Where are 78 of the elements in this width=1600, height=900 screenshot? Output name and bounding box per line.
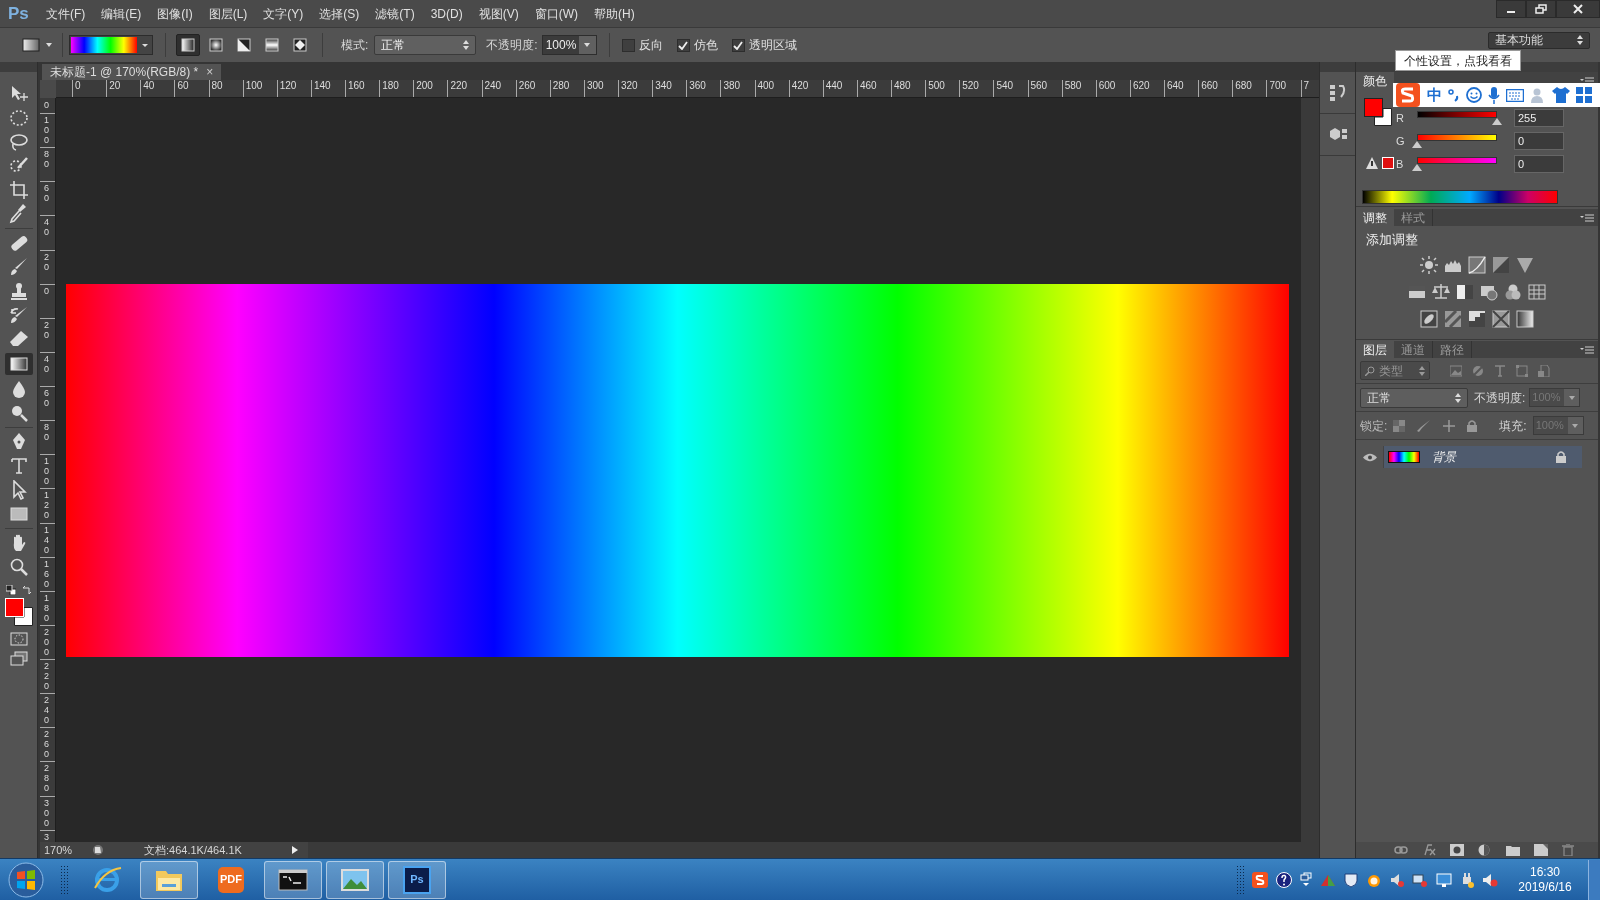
tooltip: 个性设置，点我看看 [1395, 50, 1521, 71]
channel-label: B [1396, 156, 1405, 172]
ruler-label: 700 [1269, 80, 1287, 91]
layer-name: 背景 [1432, 449, 1456, 466]
ruler-label: 60 [44, 388, 50, 408]
ruler-label: 100 [44, 115, 50, 145]
ruler-label: 80 [44, 422, 50, 443]
opacity-label: 不透明度: [1474, 389, 1526, 407]
ruler-label: 260 [44, 729, 50, 760]
ruler-label: 420 [791, 80, 809, 91]
ruler-label: 500 [928, 80, 945, 91]
ruler-label: 380 [723, 80, 741, 91]
ruler-label: 640 [1167, 80, 1184, 91]
app-label: Ps [410, 872, 424, 888]
document-size: 文档:464.1K/464.1K [144, 842, 243, 858]
ruler-label: 680 [1235, 80, 1252, 91]
ruler-label: 300 [586, 80, 604, 91]
ruler-label: 320 [621, 80, 638, 91]
ruler-label: 160 [348, 80, 365, 91]
ruler-label: 600 [1098, 80, 1116, 91]
ruler-label: 140 [44, 524, 50, 555]
ruler-label: 20 [109, 80, 121, 91]
checkbox-label: 反向 [638, 37, 663, 54]
channel-label: G [1396, 133, 1406, 149]
ruler-label: 140 [313, 80, 331, 91]
ruler-label: 0 [75, 80, 81, 91]
ruler-label: 360 [689, 80, 706, 91]
ruler-label: 400 [757, 80, 775, 91]
ruler-label: 200 [44, 626, 50, 657]
app-label: PDF [220, 872, 242, 888]
ruler-label: 440 [825, 80, 843, 91]
ruler-label: 480 [894, 80, 911, 91]
ruler-label: 20 [44, 251, 50, 272]
panel-heading: 添加调整 [1366, 231, 1419, 249]
ruler-label: 520 [962, 80, 979, 91]
ruler-label: 280 [44, 763, 50, 794]
ruler-label: 200 [416, 80, 433, 91]
ruler-label: 540 [996, 80, 1014, 91]
opacity-label: 不透明度: [486, 37, 538, 54]
ruler-label: 100 [245, 80, 263, 91]
ruler-label: 80 [44, 149, 50, 170]
ruler-label: 80 [211, 80, 223, 91]
ruler-label: 240 [44, 695, 50, 726]
ruler-label: 560 [1030, 80, 1048, 91]
mode-label: 模式: [341, 37, 369, 54]
ruler-label: 180 [44, 592, 50, 623]
ruler-label: 40 [143, 80, 155, 91]
ruler-label: 340 [655, 80, 672, 91]
ruler-label: 260 [518, 80, 536, 91]
ruler-label: 620 [1132, 80, 1150, 91]
ruler-label: 160 [44, 558, 50, 589]
ruler-label: 220 [44, 661, 50, 691]
ruler-label: 0 [44, 285, 50, 296]
app-logo: Ps [7, 2, 30, 25]
lock-label: 锁定: [1360, 417, 1388, 435]
ruler-label: 300 [44, 797, 50, 828]
checkbox-label: 仿色 [693, 37, 718, 54]
ruler-label: 40 [44, 353, 50, 374]
ruler-label: 120 [44, 490, 50, 521]
ruler-label: 40 [44, 217, 50, 238]
checkbox-label: 透明区域 [748, 37, 797, 54]
ruler-label: 280 [552, 80, 570, 91]
ruler-label: 240 [484, 80, 502, 91]
ruler-label: 0 [44, 100, 50, 110]
ruler-label: 60 [44, 183, 50, 204]
ruler-label: 3 [44, 831, 50, 842]
ruler-label: 580 [1064, 80, 1082, 91]
ruler-label: 660 [1201, 80, 1218, 91]
fill-label: 填充: [1499, 417, 1527, 435]
ruler-label: 460 [859, 80, 877, 91]
ruler-label: 20 [44, 319, 50, 340]
ruler-label: 180 [382, 80, 399, 91]
channel-label: R [1396, 110, 1405, 126]
ruler-label: 7 [1303, 80, 1310, 91]
ruler-label: 220 [450, 80, 468, 91]
ruler-label: 60 [177, 80, 189, 91]
ruler-label: 120 [279, 80, 297, 91]
ruler-label: 100 [44, 456, 50, 487]
